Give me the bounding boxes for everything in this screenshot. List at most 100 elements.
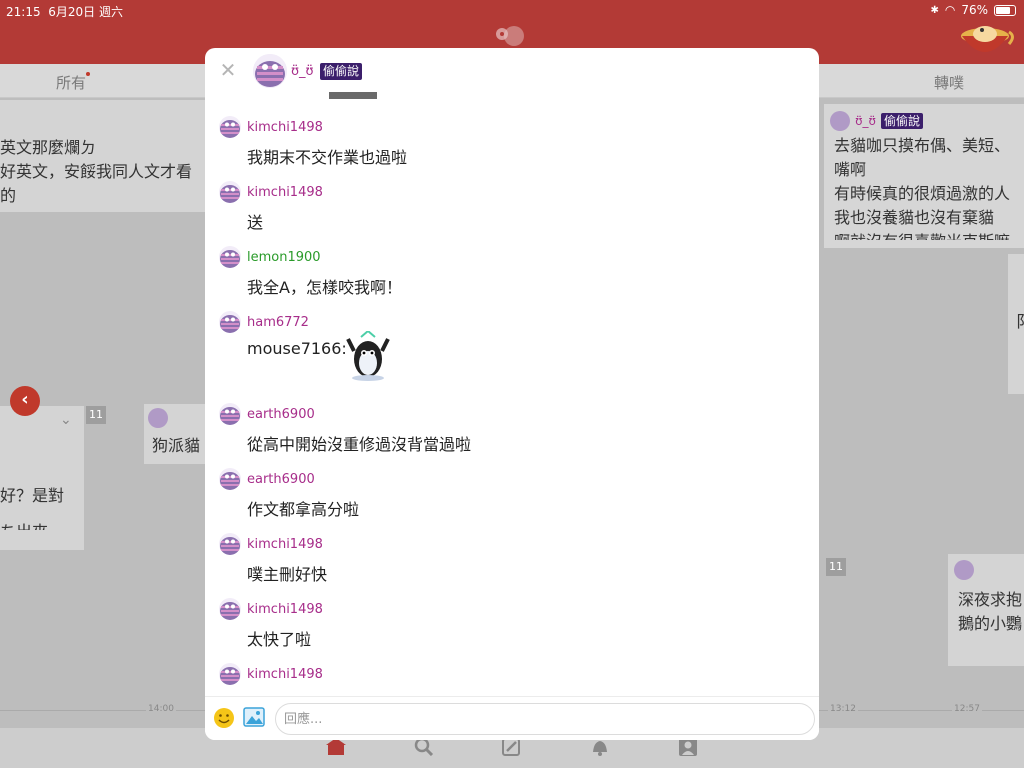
anonymous-avatar-icon[interactable] (219, 116, 241, 138)
response-username[interactable]: kimchi1498 (247, 185, 323, 200)
anonymous-avatar-icon[interactable] (253, 54, 287, 88)
card-line: ち出來 (0, 520, 84, 530)
anonymous-badge: 偷偷說 (320, 63, 363, 80)
battery-icon (994, 4, 1016, 16)
bell-icon[interactable] (590, 738, 610, 756)
home-icon[interactable] (326, 738, 346, 756)
clock: 21:15 (6, 5, 41, 19)
card-line: 好？是對 (0, 486, 65, 505)
reply-bar (205, 696, 819, 740)
anonymous-badge: 偷偷說 (881, 113, 924, 129)
wifi-icon: ◠ (944, 3, 956, 17)
nickname[interactable]: ʊ̈_ʊ̈ (855, 114, 876, 128)
plurk-image-thumbnail[interactable] (329, 92, 377, 99)
status-time: 21:15 6月20日 週六 (6, 3, 123, 20)
profile-icon[interactable] (678, 738, 698, 756)
battery-percent: 76% (961, 3, 988, 17)
signal-icon: ✱ (930, 4, 939, 16)
tab-replurk[interactable]: 轉噗 (934, 72, 964, 93)
chevron-down-icon[interactable]: ⌄ (60, 408, 72, 432)
tab-all[interactable]: 所有 (56, 72, 91, 93)
response-text: 我期末不交作業也過啦 (247, 148, 408, 167)
plurk-card-mid[interactable]: ⌄ 好？是對 ち出來 (0, 406, 84, 550)
response-text: mouse7166: (247, 339, 347, 358)
response-item[interactable]: kimchi1498好好哭 (205, 655, 819, 696)
anonymous-avatar-icon[interactable] (219, 533, 241, 555)
responses-list[interactable]: kimchi1498 我期末不交作業也過啦 kimchi1498 送 lemon1900… (205, 108, 819, 696)
card-header: ʊ̈_ʊ̈ 偷偷說 (830, 108, 924, 133)
response-text: 太快了啦 (247, 630, 312, 649)
compose-icon[interactable] (502, 738, 522, 756)
timeline-label: 12:57 (952, 704, 982, 714)
plurk-card-right2[interactable]: 深夜求抱 鵝的小鸚 (948, 554, 1024, 666)
card-line: 狗派貓 (152, 436, 201, 455)
emoji-icon[interactable] (213, 707, 235, 729)
penguin-sticker-icon[interactable] (345, 329, 391, 381)
response-text: 我全A，怎樣咬我啊！ (247, 278, 402, 297)
avatar[interactable] (148, 408, 168, 428)
search-icon[interactable] (414, 738, 434, 756)
card-line: 深夜求抱 (958, 590, 1023, 609)
plurk-card-right[interactable]: ʊ̈_ʊ̈ 偷偷說 去貓咖只摸布偶、美短、 嘴啊 有時候真的很煩過激的人 我也沒… (824, 104, 1024, 248)
response-username[interactable]: earth6900 (247, 407, 315, 422)
response-username[interactable]: kimchi1498 (247, 602, 323, 617)
poster-nickname[interactable]: ʊ̈_ʊ̈ (291, 64, 314, 79)
plurk-card-left[interactable]: 英文那麼爛ㄉ 好英文，安餒我同人文才看的 (0, 100, 205, 212)
tab-all-label: 所有 (56, 74, 87, 92)
mascot-avatar-icon[interactable] (954, 16, 1016, 64)
battery-fill (996, 6, 1010, 14)
response-username[interactable]: lemon1900 (247, 250, 321, 265)
image-upload-icon[interactable] (243, 707, 265, 727)
avatar[interactable] (830, 110, 850, 131)
status-right: ✱ ◠ 76% (930, 3, 1016, 17)
prev-arrow-button[interactable]: ‹ (10, 386, 40, 416)
timeline-label: 13:12 (828, 704, 858, 714)
anonymous-avatar-icon[interactable] (219, 468, 241, 490)
plurk-response-modal: ✕ ʊ̈_ʊ̈ 偷偷說 kimchi1498 我期末不交作業也過啦 kimchi14… (205, 48, 819, 740)
card-line: 我也沒養貓也沒有棄貓 (834, 208, 995, 227)
response-text: 送 (247, 213, 264, 232)
reply-input[interactable] (275, 703, 815, 735)
card-line: 好英文，安餒我同人文才看的 (0, 162, 193, 205)
anonymous-avatar-icon[interactable] (219, 311, 241, 333)
card-line: 去貓咖只摸布偶、美短、 (834, 136, 1011, 155)
unread-dot (86, 72, 91, 76)
card-line: 有時候真的很煩過激的人 (834, 184, 1011, 203)
response-item[interactable]: lemon1900 我全A，怎樣咬我啊！ (205, 238, 819, 303)
card-line: 鵝的小鸚 (958, 614, 1023, 633)
plurk-card-center[interactable]: 狗派貓 (144, 404, 206, 464)
response-item[interactable]: kimchi1498 噗主刪好快 (205, 525, 819, 590)
response-item[interactable]: kimchi1498 我期末不交作業也過啦 (205, 108, 819, 173)
card-line: 嘴啊 (834, 160, 867, 179)
timeline-label: 14:00 (146, 704, 176, 714)
response-item[interactable]: kimchi1498 送 (205, 173, 819, 238)
response-item[interactable]: earth6900 作文都拿高分啦 (205, 460, 819, 525)
response-text: 噗主刪好快 (247, 565, 328, 584)
card-line: 阝 (1016, 312, 1024, 331)
card-line: 啊就沒有很喜歡米克斯嘛 (834, 230, 1024, 240)
anonymous-avatar-icon[interactable] (219, 246, 241, 268)
anonymous-avatar-icon[interactable] (219, 403, 241, 425)
anonymous-avatar-icon[interactable] (219, 181, 241, 203)
response-username[interactable]: kimchi1498 (247, 667, 323, 682)
response-username[interactable]: ham6772 (247, 315, 309, 330)
close-icon[interactable]: ✕ (218, 60, 238, 80)
response-item[interactable]: ham6772 mouse7166: (205, 303, 819, 395)
plurk-card-edge[interactable]: 阝 (1008, 254, 1024, 394)
response-text: 從高中開始沒重修過沒背當過啦 (247, 435, 472, 454)
response-username[interactable]: earth6900 (247, 472, 315, 487)
response-count[interactable]: 11 (86, 406, 106, 424)
status-date: 6月20日 週六 (48, 5, 123, 19)
anonymous-avatar-icon[interactable] (219, 598, 241, 620)
card-line: 英文那麼爛ㄉ (0, 138, 97, 157)
response-item[interactable]: kimchi1498 太快了啦 (205, 590, 819, 655)
status-bar: 21:15 6月20日 週六 ✱ ◠ 76% (0, 0, 1024, 20)
response-item[interactable]: earth6900 從高中開始沒重修過沒背當過啦 (205, 395, 819, 460)
avatar[interactable] (954, 560, 974, 580)
response-count[interactable]: 11 (826, 558, 846, 576)
anonymous-avatar-icon[interactable] (219, 663, 241, 685)
response-text: 作文都拿高分啦 (247, 500, 360, 519)
response-username[interactable]: kimchi1498 (247, 120, 323, 135)
response-username[interactable]: kimchi1498 (247, 537, 323, 552)
plurk-logo-icon[interactable] (490, 24, 530, 48)
